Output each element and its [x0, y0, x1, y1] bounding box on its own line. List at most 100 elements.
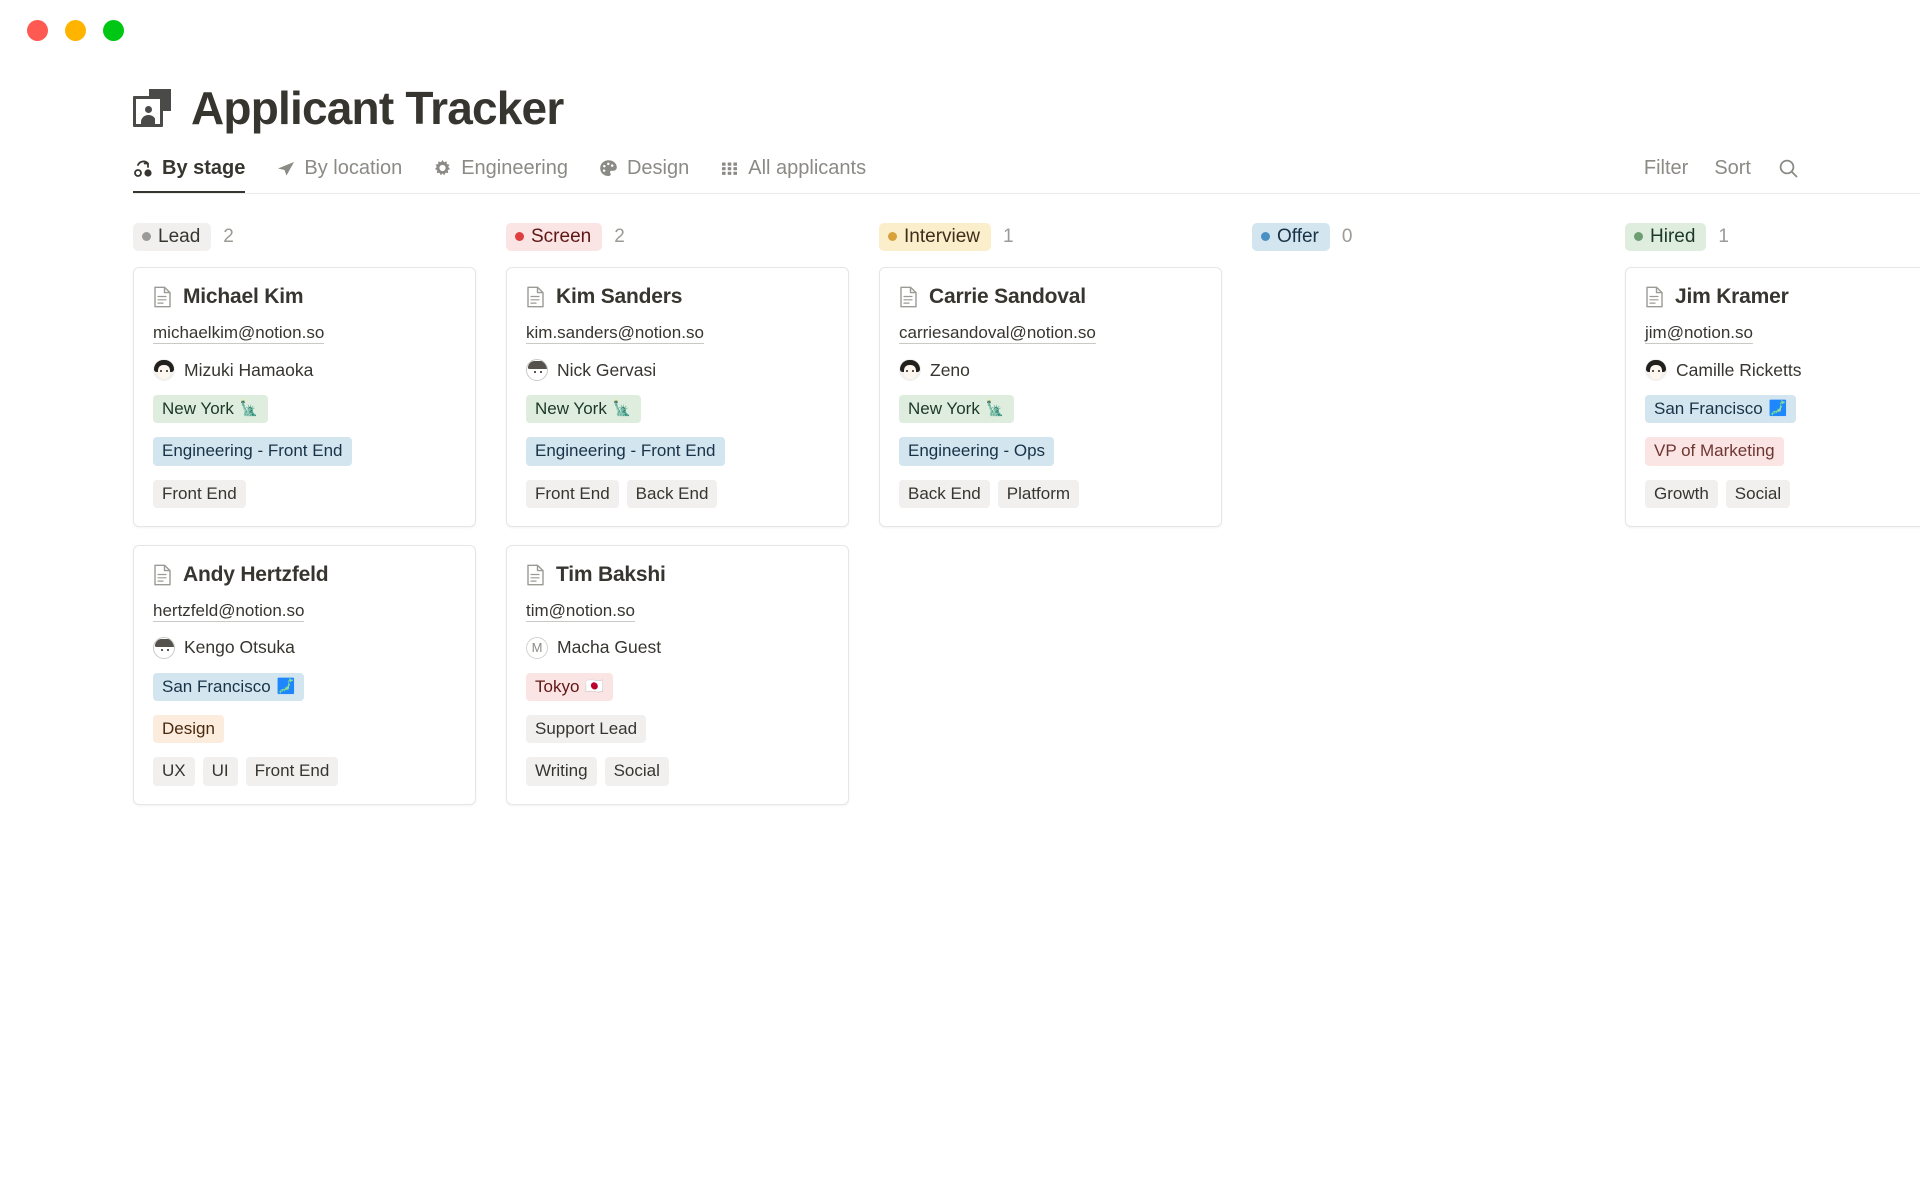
traffic-lights: [27, 19, 124, 41]
skill-tag[interactable]: Front End: [526, 479, 619, 508]
view-tabs: By stage By location Engineering Design …: [133, 157, 866, 193]
skill-tag[interactable]: Back End: [899, 479, 990, 508]
skill-tag[interactable]: Front End: [245, 757, 339, 786]
stage-badge[interactable]: Hired: [1625, 222, 1707, 252]
tab-engineering[interactable]: Engineering: [432, 157, 568, 193]
recruiter-row[interactable]: Kengo Otsuka: [153, 636, 456, 659]
avatar: M: [526, 636, 548, 659]
stage-badge[interactable]: Interview: [879, 222, 992, 252]
location-emoji-icon: 🇯🇵: [585, 677, 605, 695]
location-label: San Francisco: [1654, 399, 1763, 418]
location-tag[interactable]: San Francisco 🗾: [153, 672, 305, 701]
applicant-email[interactable]: kim.sanders@notion.so: [526, 323, 704, 344]
applicant-card[interactable]: Michael Kim michaelkim@notion.so Mizuki Ha…: [133, 267, 476, 527]
role-tag[interactable]: Engineering - Front End: [526, 437, 725, 466]
tab-design[interactable]: Design: [598, 157, 689, 193]
column-header: Interview 1: [879, 222, 1252, 252]
location-label: New York: [908, 399, 980, 418]
role-tag[interactable]: Design: [153, 715, 224, 744]
location-emoji-icon: 🗽: [612, 400, 632, 418]
tab-by-location[interactable]: By location: [275, 157, 402, 193]
tab-label: Design: [626, 157, 690, 179]
location-tag[interactable]: New York 🗽: [526, 395, 641, 424]
skill-tag[interactable]: Front End: [153, 479, 246, 508]
stage-badge[interactable]: Screen: [506, 222, 603, 252]
location-tag[interactable]: Tokyo 🇯🇵: [526, 672, 614, 701]
location-tag[interactable]: New York 🗽: [899, 395, 1014, 424]
tab-label: By location: [304, 157, 403, 179]
recruiter-row[interactable]: Nick Gervasi: [526, 359, 829, 381]
recruiter-name: Mizuki Hamaoka: [184, 359, 314, 380]
skills-row: Writing Social: [526, 757, 829, 786]
recruiter-name: Zeno: [930, 359, 970, 380]
skill-tag[interactable]: Back End: [626, 479, 718, 508]
tab-label: Engineering: [461, 157, 568, 179]
minimize-window-button[interactable]: [65, 19, 86, 41]
applicant-card[interactable]: Carrie Sandoval carriesandoval@notion.so Z…: [879, 267, 1222, 527]
location-emoji-icon: 🗾: [276, 677, 296, 695]
skill-tag[interactable]: Social: [604, 757, 669, 786]
filter-button[interactable]: Filter: [1644, 157, 1688, 180]
card-title-row: Kim Sanders: [526, 285, 829, 309]
applicant-email[interactable]: jim@notion.so: [1645, 323, 1753, 344]
view-tabbar: By stage By location Engineering Design …: [133, 157, 1920, 194]
skills-row: Back End Platform: [899, 479, 1202, 508]
board-column-offer: Offer 0: [1252, 222, 1625, 267]
grid-icon: [719, 158, 740, 179]
skill-tag[interactable]: Writing: [526, 757, 597, 786]
applicant-card[interactable]: Kim Sanders kim.sanders@notion.so Nick Ger…: [506, 267, 849, 527]
skills-row: Front End: [153, 479, 456, 508]
applicant-name: Kim Sanders: [556, 285, 683, 308]
role-tag[interactable]: Engineering - Front End: [153, 437, 352, 466]
applicant-email[interactable]: michaelkim@notion.so: [153, 323, 325, 344]
avatar: [526, 359, 548, 381]
applicant-email[interactable]: tim@notion.so: [526, 601, 635, 622]
stage-badge[interactable]: Offer: [1252, 222, 1330, 252]
role-row: Engineering - Front End: [526, 437, 829, 466]
column-header: Offer 0: [1252, 222, 1625, 252]
close-window-button[interactable]: [27, 19, 48, 41]
role-tag[interactable]: Support Lead: [526, 715, 647, 744]
skill-tag[interactable]: Social: [1725, 479, 1791, 508]
location-tag[interactable]: San Francisco 🗾: [1645, 395, 1797, 424]
sort-button[interactable]: Sort: [1714, 157, 1751, 180]
stage-badge[interactable]: Lead: [133, 222, 212, 252]
board-column-lead: Lead 2 Michael Kim michaelkim@notion.so Mizu…: [133, 222, 506, 823]
skill-tag[interactable]: UI: [202, 757, 238, 786]
applicant-name: Jim Kramer: [1675, 285, 1789, 308]
recruiter-row[interactable]: Camille Ricketts: [1645, 359, 1920, 381]
recruiter-row[interactable]: M Macha Guest: [526, 636, 829, 659]
recruiter-row[interactable]: Zeno: [899, 359, 1202, 381]
column-header: Screen 2: [506, 222, 879, 252]
role-tag[interactable]: VP of Marketing: [1645, 437, 1784, 466]
search-icon[interactable]: [1777, 157, 1800, 180]
applicant-card[interactable]: Jim Kramer jim@notion.so Camille Ricketts S…: [1625, 267, 1920, 527]
location-row: San Francisco 🗾: [153, 672, 456, 701]
role-row: Support Lead: [526, 715, 829, 744]
skill-tag[interactable]: UX: [153, 757, 195, 786]
tab-by-stage[interactable]: By stage: [133, 157, 246, 193]
applicant-card[interactable]: Andy Hertzfeld hertzfeld@notion.so Kengo O…: [133, 544, 476, 805]
applicant-card[interactable]: Tim Bakshi tim@notion.so M Macha Guest Tokyo…: [506, 544, 849, 805]
applicant-name: Carrie Sandoval: [929, 285, 1086, 308]
skill-tag[interactable]: Platform: [997, 479, 1080, 508]
applicant-email[interactable]: carriesandoval@notion.so: [899, 323, 1096, 344]
tab-all-applicants[interactable]: All applicants: [719, 157, 866, 193]
card-title-row: Tim Bakshi: [526, 563, 829, 587]
recruiter-row[interactable]: Mizuki Hamaoka: [153, 359, 456, 381]
card-count: 2: [614, 226, 625, 247]
avatar: [153, 359, 175, 381]
applicant-email[interactable]: hertzfeld@notion.so: [153, 601, 305, 622]
stage-label: Lead: [158, 225, 201, 247]
skill-tag[interactable]: Growth: [1645, 479, 1718, 508]
location-tag[interactable]: New York 🗽: [153, 395, 268, 424]
board-column-screen: Screen 2 Kim Sanders kim.sanders@notion.so N…: [506, 222, 879, 823]
recruiter-name: Macha Guest: [557, 637, 662, 658]
location-row: San Francisco 🗾: [1645, 395, 1920, 424]
maximize-window-button[interactable]: [103, 19, 124, 41]
role-row: Design: [153, 715, 456, 744]
role-row: Engineering - Front End: [153, 437, 456, 466]
role-tag[interactable]: Engineering - Ops: [899, 437, 1055, 466]
skills-row: UX UI Front End: [153, 757, 456, 786]
skills-row: Front End Back End: [526, 479, 829, 508]
